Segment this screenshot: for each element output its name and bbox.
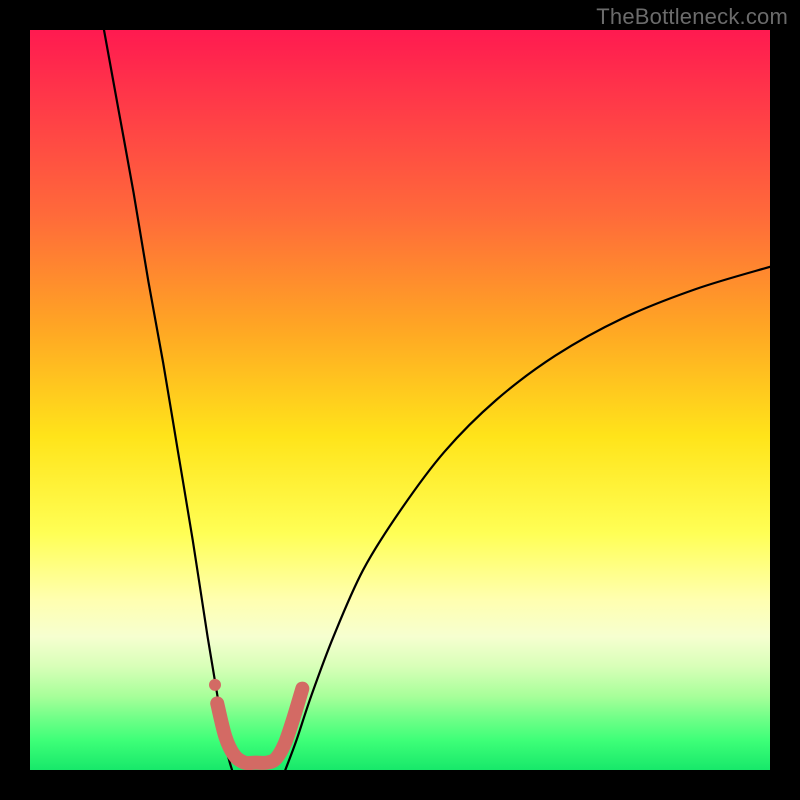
curve-group bbox=[104, 30, 770, 770]
series-right-curve bbox=[285, 267, 770, 770]
marker-left-dot bbox=[209, 679, 221, 691]
chart-frame: TheBottleneck.com bbox=[0, 0, 800, 800]
series-highlight-segment bbox=[217, 689, 302, 764]
series-left-curve bbox=[104, 30, 232, 770]
watermark-text: TheBottleneck.com bbox=[596, 4, 788, 30]
curve-layer bbox=[30, 30, 770, 770]
plot-area bbox=[30, 30, 770, 770]
